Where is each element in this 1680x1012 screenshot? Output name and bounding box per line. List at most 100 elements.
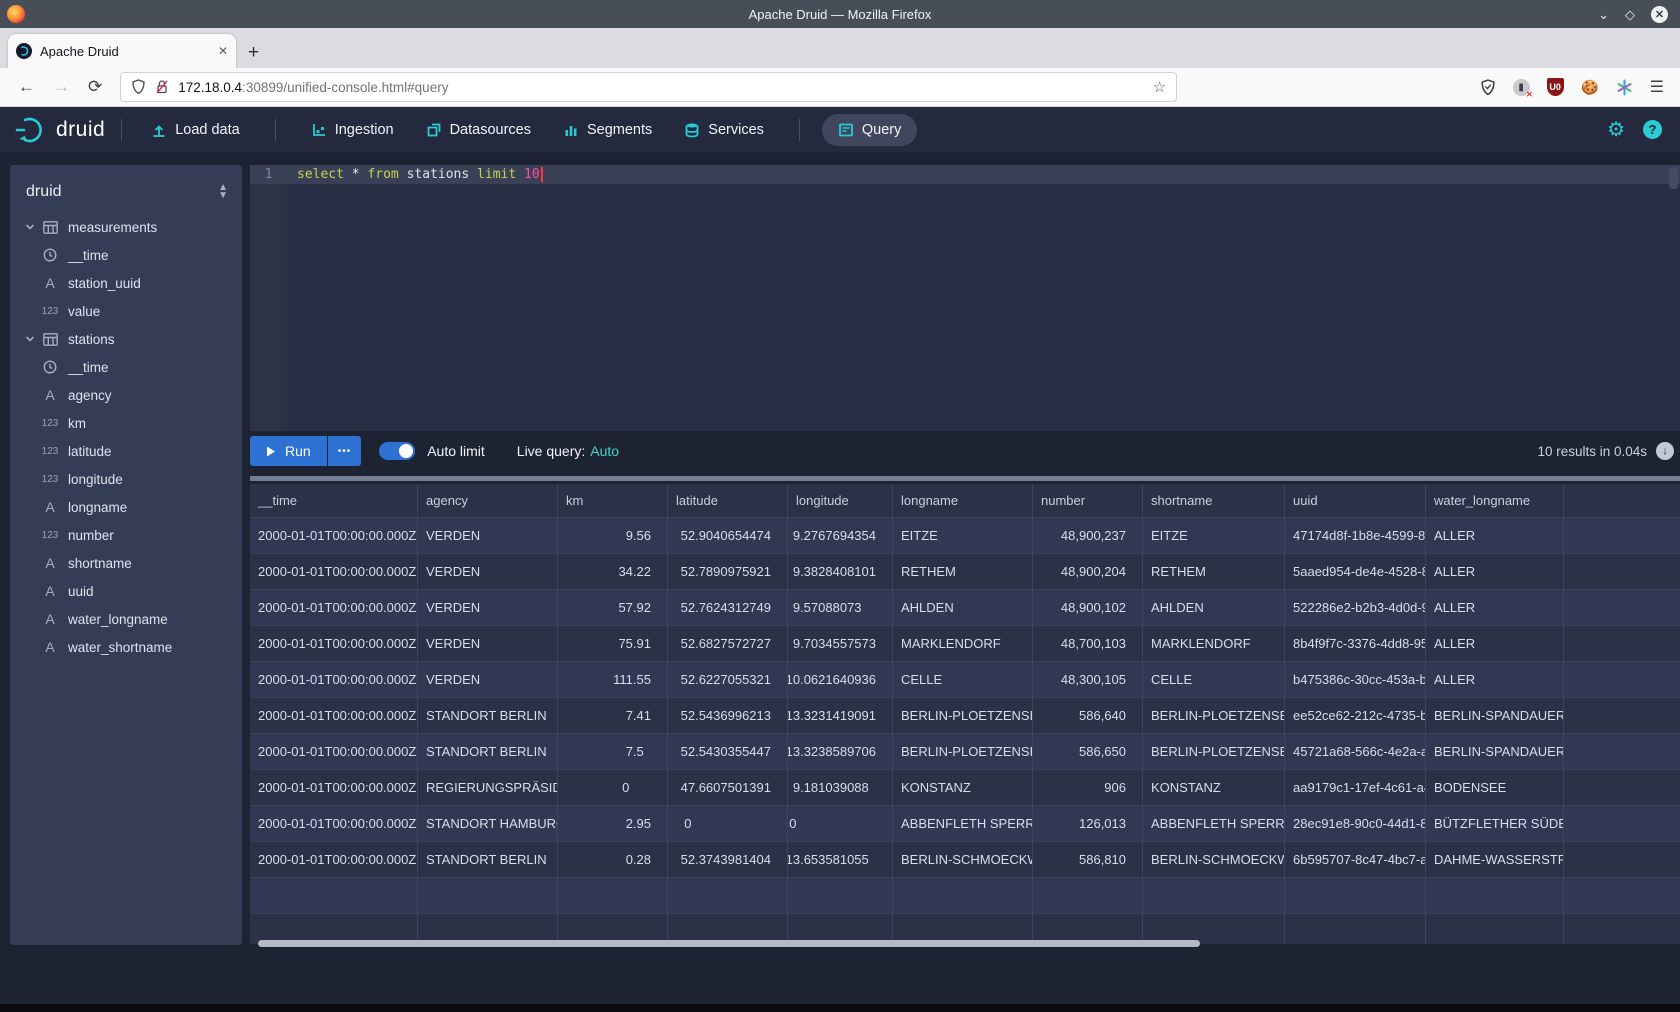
browser-menu-icon[interactable]: ☰ [1650,77,1664,97]
cell-__time[interactable]: 2000-01-01T00:00:00.000Z [250,734,418,770]
cell-shortname[interactable]: RETHEM [1143,554,1285,590]
cell-uuid[interactable]: 28ec91e8-90c0-44d1-8f [1285,806,1426,842]
cell-km[interactable]: 75.91 [558,626,668,662]
cell-__time[interactable]: 2000-01-01T00:00:00.000Z [250,626,418,662]
cell-shortname[interactable]: EITZE [1143,518,1285,554]
cell-water_longname[interactable]: BERLIN-SPANDAUER-S [1426,734,1564,770]
cell-latitude[interactable]: 52.7624312749 [668,590,788,626]
cell-longitude[interactable]: 9.3828408101 [788,554,893,590]
back-button[interactable]: ← [18,77,35,97]
url-bar[interactable]: 172.18.0.4:30899/unified-console.html#qu… [120,72,1177,102]
cell-longitude[interactable]: 10.0621640936 [788,662,893,698]
sidebar-column-km[interactable]: 123km [10,409,242,437]
cell-water_longname[interactable]: ALLER [1426,590,1564,626]
cell-km[interactable]: 57.92 [558,590,668,626]
cell-latitude[interactable]: 0 [668,806,788,842]
cell-longitude[interactable]: 13.653581055 [788,842,893,878]
editor-scrollbar[interactable] [1669,167,1678,189]
sidebar-column-number[interactable]: 123number [10,521,242,549]
cell-longitude[interactable]: 13.3231419091 [788,698,893,734]
cell-water_longname[interactable]: ALLER [1426,662,1564,698]
cell-km[interactable]: 2.95 [558,806,668,842]
cell-agency[interactable]: VERDEN [418,518,558,554]
sidebar-column-agency[interactable]: Aagency [10,381,242,409]
cell-__time[interactable]: 2000-01-01T00:00:00.000Z [250,842,418,878]
chevron-down-icon[interactable] [24,333,40,345]
column-header-uuid[interactable]: uuid [1285,484,1426,518]
sidebar-table-stations[interactable]: stations [10,325,242,353]
cell-km[interactable]: 111.55 [558,662,668,698]
cell-longname[interactable]: RETHEM [893,554,1033,590]
sidebar-column-longname[interactable]: Alongname [10,493,242,521]
window-maximize-icon[interactable]: ◇ [1625,8,1635,21]
cell-km[interactable]: 7.5 [558,734,668,770]
column-header-water_longname[interactable]: water_longname [1426,484,1564,518]
cell-longitude[interactable]: 9.57088073 [788,590,893,626]
cell-agency[interactable]: VERDEN [418,626,558,662]
cell-water_longname[interactable]: BODENSEE [1426,770,1564,806]
cell-longitude[interactable]: 9.7034557573 [788,626,893,662]
cell-water_longname[interactable]: ALLER [1426,518,1564,554]
nav-item-load-data[interactable]: Load data [138,115,253,145]
column-header-number[interactable]: number [1033,484,1143,518]
column-header-km[interactable]: km [558,484,668,518]
help-icon[interactable]: ? [1643,120,1662,139]
cell-uuid[interactable]: 5aaed954-de4e-4528-8f [1285,554,1426,590]
cell-number[interactable]: 48,900,204 [1033,554,1143,590]
column-header-agency[interactable]: agency [418,484,558,518]
sidebar-column-latitude[interactable]: 123latitude [10,437,242,465]
cell-shortname[interactable]: BERLIN-PLOETZENSEE O [1143,698,1285,734]
cell-longname[interactable]: MARKLENDORF [893,626,1033,662]
cell-km[interactable]: 9.56 [558,518,668,554]
cell-shortname[interactable]: CELLE [1143,662,1285,698]
cell-shortname[interactable]: AHLDEN [1143,590,1285,626]
nav-item-datasources[interactable]: Datasources [413,115,544,145]
sidebar-column-uuid[interactable]: Auuid [10,577,242,605]
cell-number[interactable]: 586,640 [1033,698,1143,734]
privacy-shield-extension-icon[interactable] [1480,79,1496,96]
sidebar-column-longitude[interactable]: 123longitude [10,465,242,493]
cell-latitude[interactable]: 52.5436996213 [668,698,788,734]
column-header-longname[interactable]: longname [893,484,1033,518]
cell-number[interactable]: 48,300,105 [1033,662,1143,698]
cell-shortname[interactable]: BERLIN-PLOETZENSEE U [1143,734,1285,770]
cookie-extension-icon[interactable]: 🍪 [1581,78,1599,96]
column-header-longitude[interactable]: longitude [788,484,893,518]
column-header-latitude[interactable]: latitude [668,484,788,518]
cell-__time[interactable]: 2000-01-01T00:00:00.000Z [250,518,418,554]
cell-agency[interactable]: STANDORT BERLIN [418,698,558,734]
cell-uuid[interactable]: 6b595707-8c47-4bc7-a8 [1285,842,1426,878]
cell-longname[interactable]: EITZE [893,518,1033,554]
column-header-shortname[interactable]: shortname [1143,484,1285,518]
cell-number[interactable]: 906 [1033,770,1143,806]
sidebar-column-station_uuid[interactable]: Astation_uuid [10,269,242,297]
nav-item-segments[interactable]: Segments [550,115,665,145]
nav-item-query[interactable]: Query [822,114,918,146]
sidebar-column-__time[interactable]: __time [10,353,242,381]
sidebar-column-value[interactable]: 123value [10,297,242,325]
cell-longitude[interactable]: 13.3238589706 [788,734,893,770]
cell-shortname[interactable]: MARKLENDORF [1143,626,1285,662]
nav-item-services[interactable]: Services [671,115,777,145]
cell-latitude[interactable]: 52.5430355447 [668,734,788,770]
sidebar-table-measurements[interactable]: measurements [10,213,242,241]
cell-number[interactable]: 586,810 [1033,842,1143,878]
auto-limit-toggle[interactable] [379,442,415,460]
cell-__time[interactable]: 2000-01-01T00:00:00.000Z [250,554,418,590]
tab-close-icon[interactable]: ✕ [218,44,228,58]
cell-water_longname[interactable]: ALLER [1426,554,1564,590]
cell-water_longname[interactable]: DAHME-WASSERSTRAS [1426,842,1564,878]
cell-longname[interactable]: ABBENFLETH SPERRWER [893,806,1033,842]
cell-km[interactable]: 34.22 [558,554,668,590]
sidebar-column-water_longname[interactable]: Awater_longname [10,605,242,633]
cell-shortname[interactable]: KONSTANZ [1143,770,1285,806]
mask-extension-icon[interactable]: ▮ [1513,79,1530,96]
cell-agency[interactable]: VERDEN [418,590,558,626]
cell-longname[interactable]: KONSTANZ [893,770,1033,806]
editor-active-line[interactable]: 1 select * from stations limit 10 [250,165,1680,184]
cell-number[interactable]: 48,900,102 [1033,590,1143,626]
window-close-icon[interactable]: ✕ [1651,6,1668,23]
cell-uuid[interactable]: aa9179c1-17ef-4c61-a48 [1285,770,1426,806]
run-more-button[interactable]: ••• [328,436,362,466]
cell-number[interactable]: 48,900,237 [1033,518,1143,554]
